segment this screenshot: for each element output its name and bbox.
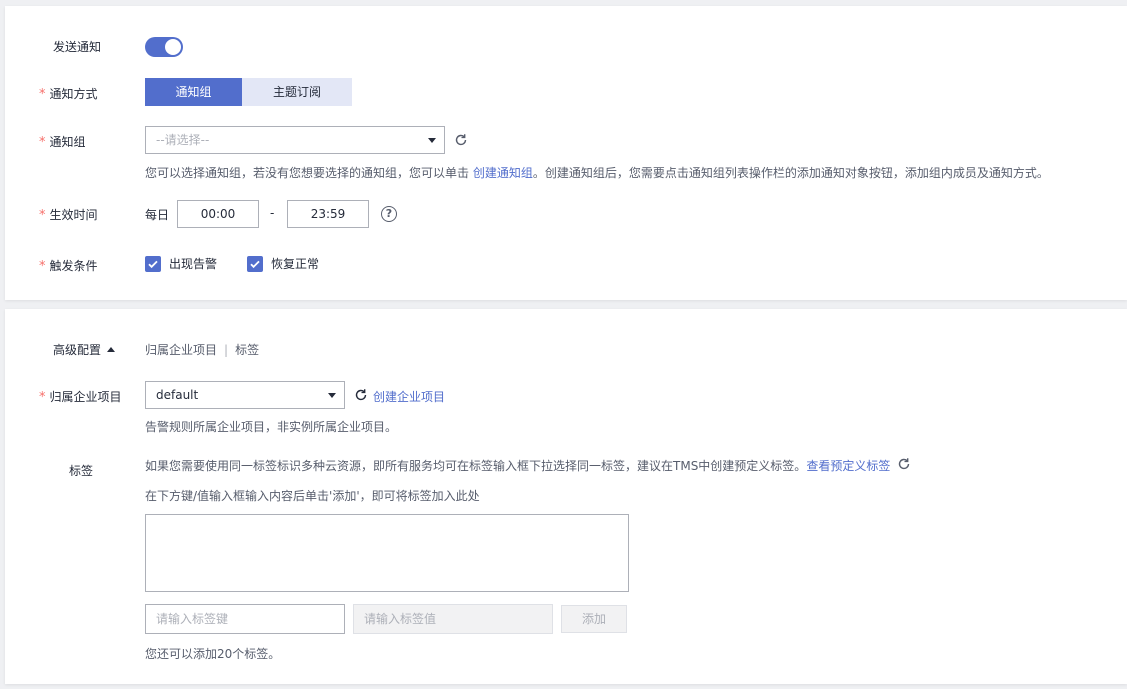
tag-hint: 如果您需要使用同一标签标识多种云资源，即所有服务均可在标签输入框下拉选择同一标签… — [145, 459, 891, 473]
notify-method-label: * 通知方式 — [39, 87, 98, 102]
notify-group-select[interactable]: --请选择-- — [145, 126, 445, 154]
alarm-checkbox[interactable] — [145, 256, 161, 272]
effective-time-label: * 生效时间 — [39, 208, 98, 223]
recovery-checkbox[interactable] — [247, 256, 263, 272]
trigger-condition-label: * 触发条件 — [39, 259, 98, 274]
notify-group-label: * 通知组 — [39, 135, 86, 150]
advanced-config-toggle[interactable]: 高级配置 — [53, 341, 116, 358]
chevron-down-icon — [328, 393, 336, 398]
enterprise-project-select[interactable]: default — [145, 381, 345, 409]
recovery-checkbox-label: 恢复正常 — [271, 257, 320, 271]
method-option-topic[interactable]: 主题订阅 — [242, 78, 352, 106]
notification-card: 发送通知 * 通知方式 通知组 主题订阅 * 通知组 --请选择-- 您可以选择通知… — [5, 6, 1127, 300]
enterprise-project-label: * 归属企业项目 — [39, 390, 122, 405]
required-mark: * — [39, 390, 46, 405]
tag-hint-2: 在下方键/值输入框输入内容后单击'添加'，即可将标签加入此处 — [145, 489, 480, 503]
method-option-group[interactable]: 通知组 — [145, 78, 242, 106]
alarm-checkbox-label: 出现告警 — [169, 257, 218, 271]
required-mark: * — [39, 208, 46, 223]
required-mark: * — [39, 135, 46, 150]
required-mark: * — [39, 259, 46, 274]
remaining-tags-hint: 您还可以添加20个标签。 — [145, 647, 281, 661]
create-project-link[interactable]: 创建企业项目 — [373, 388, 445, 405]
view-predefined-tags-link[interactable]: 查看预定义标签 — [806, 459, 890, 473]
start-time-input[interactable]: 00:00 — [177, 200, 259, 228]
toggle-knob — [165, 39, 181, 55]
create-group-link[interactable]: 创建通知组 — [473, 166, 533, 180]
add-tag-button[interactable]: 添加 — [561, 605, 627, 633]
help-icon[interactable]: ? — [381, 206, 397, 222]
time-prefix: 每日 — [145, 208, 170, 222]
notify-group-hint: 您可以选择通知组，若没有您想要选择的通知组，您可以单击 创建通知组。创建通知组后… — [145, 166, 1049, 180]
advanced-summary: 归属企业项目 | 标签 — [145, 343, 260, 357]
refresh-icon[interactable] — [897, 457, 911, 471]
refresh-icon[interactable] — [354, 388, 368, 402]
time-separator: - — [270, 206, 275, 220]
project-hint: 告警规则所属企业项目，非实例所属企业项目。 — [145, 420, 398, 434]
send-notification-toggle[interactable] — [145, 37, 183, 57]
notify-method-segment: 通知组 主题订阅 — [145, 78, 352, 106]
send-notification-label: 发送通知 — [53, 40, 102, 54]
caret-up-icon — [107, 347, 116, 352]
chevron-down-icon — [428, 138, 436, 143]
refresh-icon[interactable] — [454, 133, 468, 147]
required-mark: * — [39, 87, 46, 102]
end-time-input[interactable]: 23:59 — [287, 200, 369, 228]
tag-key-input[interactable]: 请输入标签键 — [145, 604, 345, 634]
tag-label: 标签 — [69, 464, 94, 478]
advanced-card: 高级配置 归属企业项目 | 标签 * 归属企业项目 default 创建企业项目 告警… — [5, 309, 1127, 684]
tag-value-input[interactable]: 请输入标签值 — [353, 604, 553, 634]
tag-list-area — [145, 514, 629, 592]
